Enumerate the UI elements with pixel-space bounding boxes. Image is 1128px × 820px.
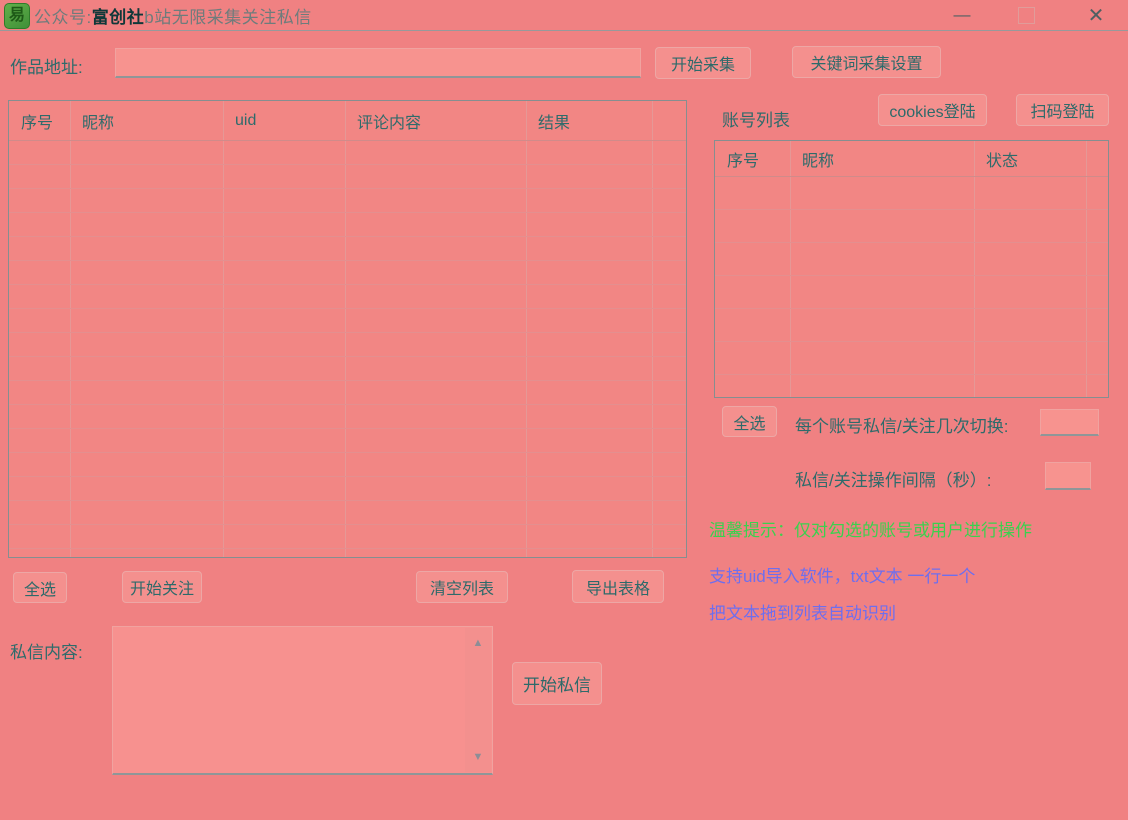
uid-import-tip-text: 支持uid导入软件，txt文本 一行一个 [709,562,975,587]
col-header-result: 结果 [526,101,652,140]
window-title: 公众号:富创社b站无限采集关注私信 [34,0,312,30]
clear-list-button[interactable]: 清空列表 [416,571,508,603]
warm-tip-text: 温馨提示：仅对勾选的账号或用户进行操作 [709,516,1032,541]
switch-count-label: 每个账号私信/关注几次切换: [795,412,1008,437]
drag-file-tip-text: 把文本拖到列表自动识别 [709,599,896,624]
comment-table[interactable]: 序号 昵称 uid 评论内容 结果 [8,100,687,558]
maximize-button[interactable] [1006,0,1046,30]
col-header-comment: 评论内容 [345,101,526,140]
keyword-collect-settings-button[interactable]: 关键词采集设置 [792,46,941,78]
minimize-button[interactable]: — [942,0,982,30]
message-content-input[interactable] [113,627,470,775]
switch-count-input[interactable] [1040,409,1099,436]
window-title-suffix: b站无限采集关注私信 [144,3,311,28]
start-message-button[interactable]: 开始私信 [512,662,602,705]
message-content-box: ▲ ▼ [112,626,493,775]
start-collect-button[interactable]: 开始采集 [655,47,751,79]
message-scrollbar[interactable]: ▲ ▼ [465,628,491,772]
account-table-header: 序号 昵称 状态 [715,141,1108,177]
comment-table-header: 序号 昵称 uid 评论内容 结果 [9,101,686,141]
interval-input[interactable] [1045,462,1091,490]
scroll-down-icon[interactable]: ▼ [465,748,491,766]
scroll-up-icon[interactable]: ▲ [465,634,491,652]
col-header-uid: uid [223,101,345,140]
window-title-brand: 富创社 [92,3,145,28]
col-header-index: 序号 [9,101,70,140]
account-table-body[interactable] [715,177,1108,397]
account-list-title: 账号列表 [722,106,790,131]
close-button[interactable]: ✕ [1076,0,1116,30]
window-title-prefix: 公众号: [34,3,92,28]
account-table[interactable]: 序号 昵称 状态 [714,140,1109,398]
col-header-nickname: 昵称 [70,101,223,140]
app-logo-icon: 易 [4,3,30,29]
message-content-label: 私信内容: [10,638,83,663]
col-header-index: 序号 [715,141,790,176]
maximize-icon [1018,7,1035,24]
comment-table-body[interactable] [9,141,686,557]
start-follow-button[interactable]: 开始关注 [122,571,202,603]
account-select-all-button[interactable]: 全选 [722,406,777,437]
title-bar: 易 公众号:富创社b站无限采集关注私信 — ✕ [0,0,1128,31]
comment-select-all-button[interactable]: 全选 [13,572,67,603]
qrcode-login-button[interactable]: 扫码登陆 [1016,94,1109,126]
interval-label: 私信/关注操作间隔（秒）: [795,466,991,491]
cookies-login-button[interactable]: cookies登陆 [878,94,987,126]
work-url-input[interactable] [115,48,641,78]
work-url-label: 作品地址: [10,53,83,78]
app-window: { "window": { "logo_glyph": "易", "title_… [0,0,1128,820]
col-header-nickname: 昵称 [790,141,974,176]
export-table-button[interactable]: 导出表格 [572,570,664,603]
col-header-status: 状态 [974,141,1086,176]
